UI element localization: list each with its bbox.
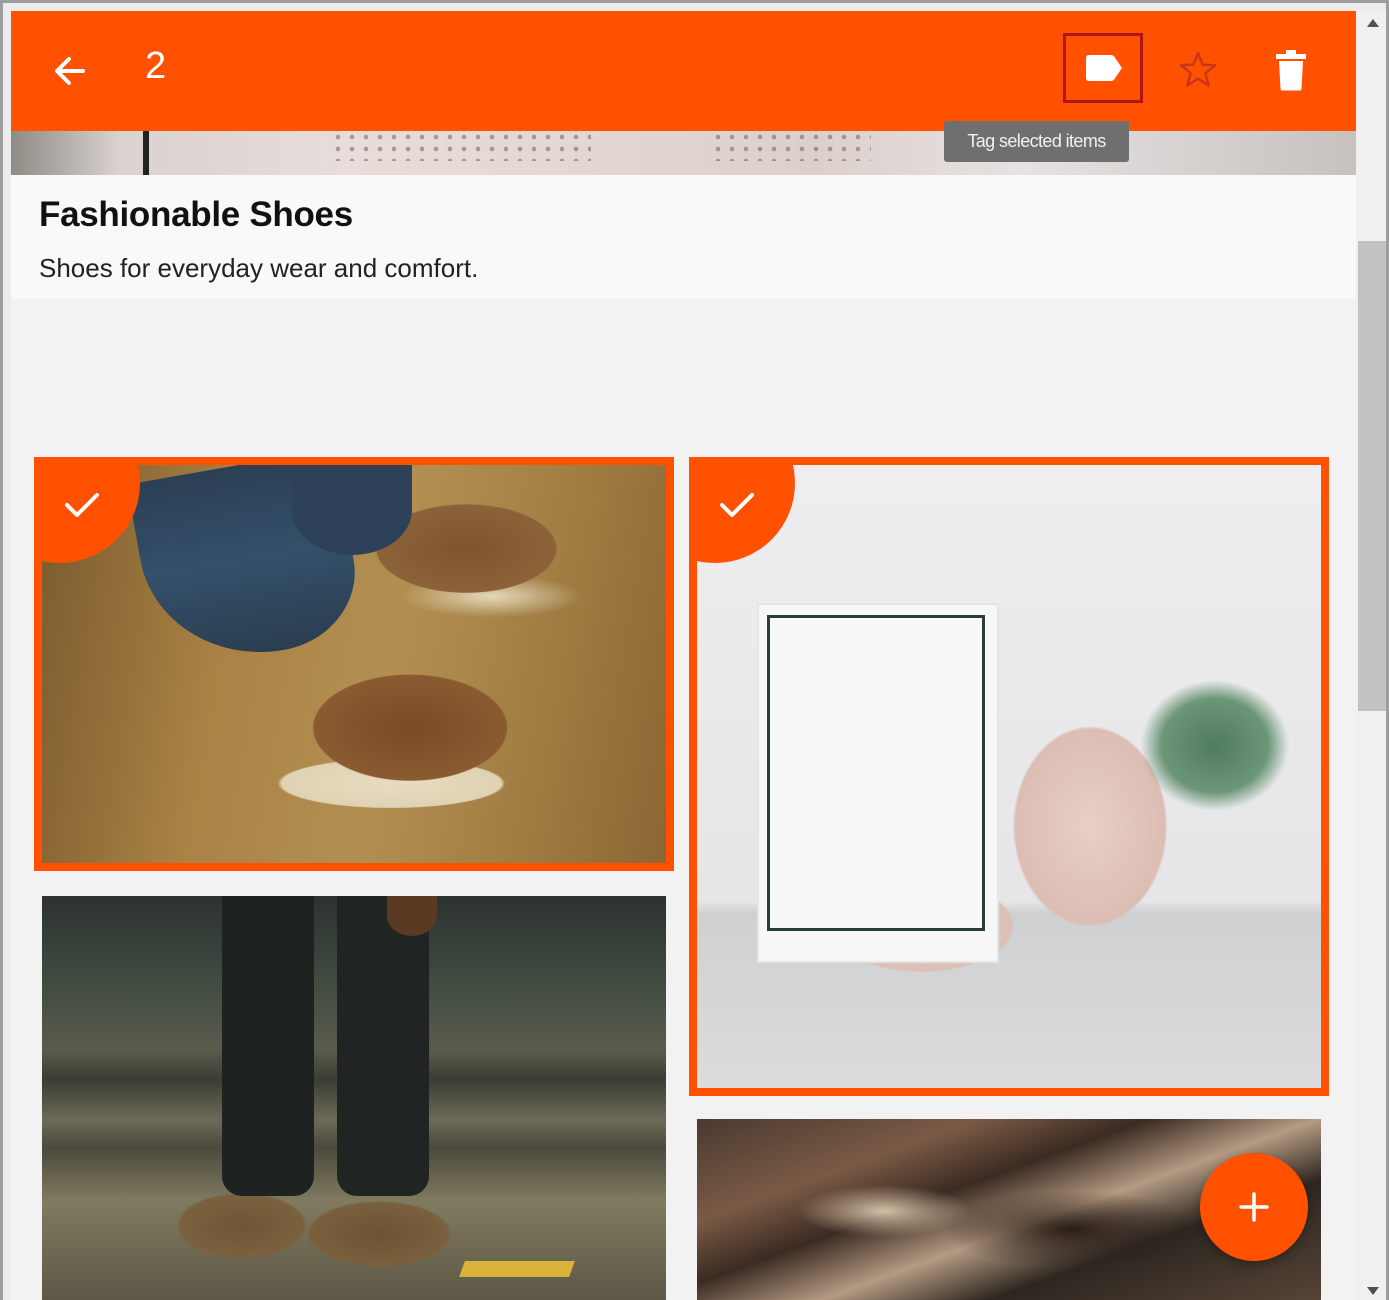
tag-button[interactable] [1063,33,1143,103]
label-icon [1086,55,1122,81]
photo-image [697,465,1321,1088]
selected-count: 2 [145,45,167,87]
arrow-left-icon [55,57,85,85]
plus-icon [1239,1192,1269,1222]
back-button[interactable] [49,49,93,93]
scroll-down-button[interactable] [1356,1279,1386,1300]
star-outline-icon [1179,51,1217,87]
triangle-down-icon [1366,1287,1379,1295]
favorite-button[interactable] [1158,35,1238,105]
triangle-up-icon [1366,19,1379,27]
photo-tile-pink-brogues[interactable] [689,457,1329,1096]
browser-window: Fashionable Shoes Shoes for everyday wea… [0,0,1389,1300]
photo-image [42,465,666,863]
photo-tile-boat-shoes[interactable] [34,457,674,871]
scrollbar-thumb[interactable] [1358,241,1386,711]
scroll-up-button[interactable] [1356,11,1386,35]
photo-tile-boots-stairs[interactable] [42,896,666,1300]
trash-icon [1276,50,1306,91]
album-view: Fashionable Shoes Shoes for everyday wea… [11,11,1356,1300]
add-photo-button[interactable] [1200,1153,1308,1261]
check-icon [65,493,99,517]
vertical-scrollbar[interactable] [1356,11,1386,1300]
album-description: Shoes for everyday wear and comfort. [39,253,479,283]
delete-button[interactable] [1251,35,1331,105]
photo-image [42,896,666,1300]
check-icon [720,493,754,517]
selection-app-bar: 2 [11,11,1356,131]
tag-tooltip: Tag selected items [944,121,1129,162]
album-info-card: Fashionable Shoes Shoes for everyday wea… [11,175,1356,299]
album-title: Fashionable Shoes [39,195,353,234]
